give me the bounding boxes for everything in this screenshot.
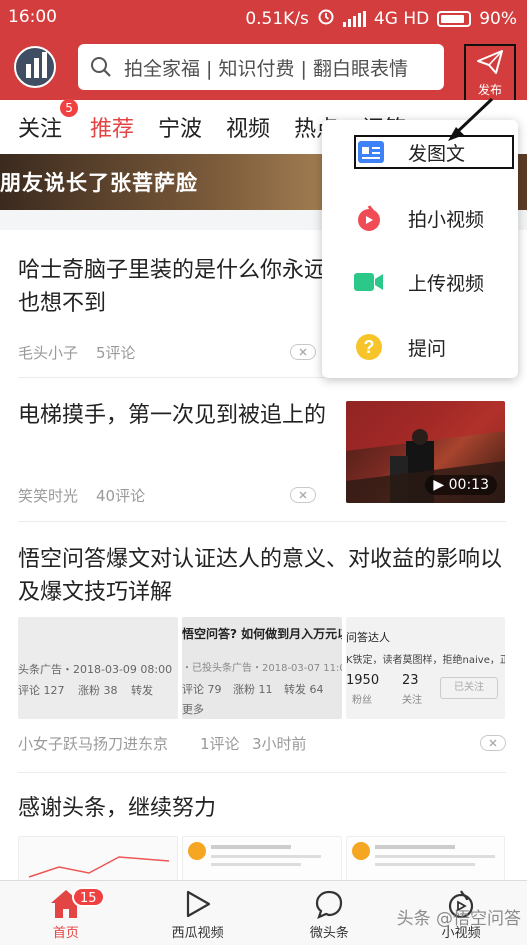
feed-item[interactable]: 电梯摸手，第一次见到被追上的 笑笑时光 40评论 ▶ 00:13 <box>18 379 506 522</box>
tab-label: 关注 <box>18 117 63 142</box>
article-source: 笑笑时光 <box>18 487 79 505</box>
article-image <box>346 836 505 880</box>
tab-recommend[interactable]: 推荐 <box>90 111 134 143</box>
image-text: 更多 <box>182 703 204 716</box>
image-text: 粉丝 <box>352 695 372 706</box>
image-text: 悟空问答? 如何做到月入万元以 <box>182 627 342 641</box>
image-text: 评论 127 <box>18 684 65 697</box>
status-time: 16:00 <box>8 7 57 27</box>
article-image <box>182 836 342 880</box>
image-text: 1950 <box>346 673 380 688</box>
dislike-icon[interactable] <box>290 487 316 503</box>
feed-item[interactable]: 感谢头条，继续努力 <box>18 774 506 880</box>
battery-level: 90% <box>479 8 517 29</box>
publish-menu: 发图文 拍小视频 上传视频 ? 提问 <box>322 120 518 378</box>
publish-button[interactable]: 发布 <box>464 44 516 102</box>
status-right: 0.51K/s 4G HD 90% <box>245 7 517 30</box>
chat-bubble-icon <box>264 881 396 919</box>
image-text: 涨粉 38 <box>78 684 118 697</box>
video-thumbnail[interactable]: ▶ 00:13 <box>346 401 505 503</box>
image-text: 转发 64 <box>284 683 324 696</box>
nav-label: 西瓜视频 <box>171 926 224 941</box>
search-placeholder: 拍全家福 | 知识付费 | 翻白眼表情 <box>124 57 408 80</box>
search-icon <box>78 56 124 78</box>
follow-badge: 5 <box>60 99 79 117</box>
image-text: ・已投头条广告・2018-03-07 11:00 <box>182 663 342 674</box>
article-comments: 40评论 <box>96 487 146 505</box>
article-title: 悟空问答爆文对认证达人的意义、对收益的影响以及爆文技巧详解 <box>18 547 503 605</box>
image-text: 23 <box>402 673 419 688</box>
nav-label: 微头条 <box>309 926 349 941</box>
annotation-arrow-icon <box>448 97 494 141</box>
network-speed: 0.51K/s <box>245 8 309 29</box>
image-text: K铁定，读者莫图样，拒绝naive，正 <box>346 655 505 666</box>
image-text: 转发 <box>131 684 153 697</box>
tab-ningbo[interactable]: 宁波 <box>158 111 202 143</box>
play-outline-icon <box>132 881 264 919</box>
battery-icon <box>437 10 472 27</box>
home-badge: 15 <box>72 887 105 907</box>
video-camera-icon <box>354 267 384 297</box>
menu-label: 提问 <box>408 337 447 360</box>
feed-item[interactable]: 悟空问答爆文对认证达人的意义、对收益的影响以及爆文技巧详解 头条广告・2018-… <box>18 523 506 773</box>
duration-text: 00:13 <box>448 477 489 493</box>
dislike-icon[interactable] <box>480 735 506 751</box>
article-image: 问答达人 K铁定，读者莫图样，拒绝naive，正 1950 粉丝 23 关注 已… <box>346 617 505 719</box>
flame-video-icon <box>354 203 384 233</box>
status-bar: 16:00 0.51K/s 4G HD 90% <box>0 0 527 36</box>
paper-plane-icon <box>476 49 504 79</box>
nav-xigua-video[interactable]: 西瓜视频 <box>132 881 264 945</box>
banner-text: 朋友说长了张菩萨脸 <box>0 171 198 195</box>
article-time: 3小时前 <box>252 735 307 753</box>
question-icon: ? <box>354 332 384 362</box>
nav-home[interactable]: 首页 15 <box>0 881 132 945</box>
signal-icon <box>342 10 366 27</box>
article-comments: 1评论 <box>200 735 240 753</box>
image-text: 问答达人 <box>346 631 390 644</box>
dislike-icon[interactable] <box>290 344 316 360</box>
app-logo[interactable] <box>14 46 56 88</box>
tab-follow[interactable]: 关注 5 <box>18 99 79 143</box>
menu-label: 上传视频 <box>408 272 485 295</box>
home-icon <box>0 881 132 919</box>
search-box[interactable]: 拍全家福 | 知识付费 | 翻白眼表情 <box>78 44 444 90</box>
alarm-icon <box>317 7 335 30</box>
image-text: 涨粉 11 <box>233 683 273 696</box>
article-source: 小女子跃马扬刀进东京 <box>18 735 169 753</box>
play-icon: ▶ <box>433 477 449 493</box>
image-text: 评论 79 <box>182 683 222 696</box>
menu-item-ask-question[interactable]: ? 提问 <box>322 321 518 373</box>
app-header: 16:00 0.51K/s 4G HD 90% 拍全家福 | 知识付费 | 翻白… <box>0 0 527 102</box>
svg-text:?: ? <box>364 337 375 357</box>
watermark: 头条 @悟空问答 <box>396 909 521 929</box>
nav-label: 首页 <box>52 926 79 941</box>
article-comments: 5评论 <box>96 344 136 362</box>
image-text: 关注 <box>402 695 422 706</box>
menu-item-short-video[interactable]: 拍小视频 <box>322 192 518 244</box>
network-type: 4G HD <box>373 8 430 29</box>
article-title: 感谢头条，继续努力 <box>18 796 217 821</box>
article-source: 毛头小子 <box>18 344 79 362</box>
image-text: 已关注 <box>440 677 498 699</box>
video-duration: ▶ 00:13 <box>425 475 497 495</box>
image-text-icon <box>356 137 386 167</box>
article-title: 哈士奇脑子里装的是什么你永远也想不到 <box>18 258 327 316</box>
article-image <box>18 836 178 880</box>
article-image: 悟空问答? 如何做到月入万元以 ・已投头条广告・2018-03-07 11:00… <box>182 617 342 719</box>
image-text: 头条广告・2018-03-09 08:00 <box>18 663 173 676</box>
menu-label: 拍小视频 <box>408 208 485 231</box>
article-title: 电梯摸手，第一次见到被追上的 <box>18 403 327 428</box>
nav-micro-headline[interactable]: 微头条 <box>264 881 396 945</box>
article-image: 头条广告・2018-03-09 08:00 评论 127 涨粉 38 转发 <box>18 617 178 719</box>
menu-item-upload-video[interactable]: 上传视频 <box>322 256 518 308</box>
tab-video[interactable]: 视频 <box>226 111 270 143</box>
